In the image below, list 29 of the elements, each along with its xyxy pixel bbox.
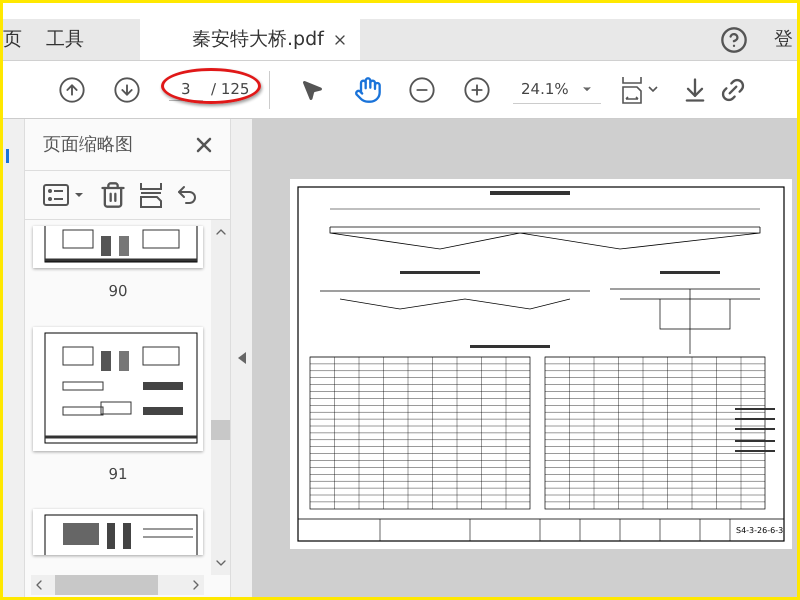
horizontal-scrollbar[interactable]	[31, 575, 204, 595]
extract-page-icon[interactable]	[139, 182, 163, 208]
rotate-icon[interactable]	[175, 183, 199, 207]
panel-marker	[6, 149, 9, 163]
page-number-label: 91	[108, 464, 128, 484]
sign-in-link[interactable]: 登	[774, 25, 793, 54]
zoom-out-icon[interactable]	[408, 76, 436, 104]
tab[interactable]: 页	[3, 19, 46, 60]
next-page-icon[interactable]	[113, 76, 141, 104]
help-icon[interactable]	[720, 26, 748, 54]
page-number-label: 90	[108, 281, 128, 302]
page-number-field[interactable]: 3	[169, 78, 203, 102]
tab[interactable]: 工具	[46, 19, 100, 60]
delete-icon[interactable]	[99, 181, 127, 209]
tab[interactable]: 秦安特大桥.pdf	[140, 19, 360, 60]
drawing-number: S4-3-26-6-3	[736, 526, 784, 535]
collapse-arrow-icon[interactable]	[238, 352, 246, 364]
page-thumbnail[interactable]	[33, 226, 203, 268]
hand-tool-icon[interactable]	[354, 76, 382, 104]
scroll-thumb[interactable]	[55, 575, 158, 595]
zoom-in-icon[interactable]	[463, 76, 491, 104]
page-thumbnail[interactable]	[33, 509, 203, 555]
page-thumbnail[interactable]	[33, 326, 203, 450]
scroll-thumb[interactable]	[211, 420, 230, 440]
page-count: / 125	[211, 79, 250, 100]
vertical-scrollbar[interactable]	[211, 220, 230, 575]
previous-page-icon[interactable]	[58, 76, 86, 104]
panel-title: 页面缩略图	[43, 133, 133, 157]
zoom-dropdown[interactable]: 24.1%	[513, 76, 601, 104]
